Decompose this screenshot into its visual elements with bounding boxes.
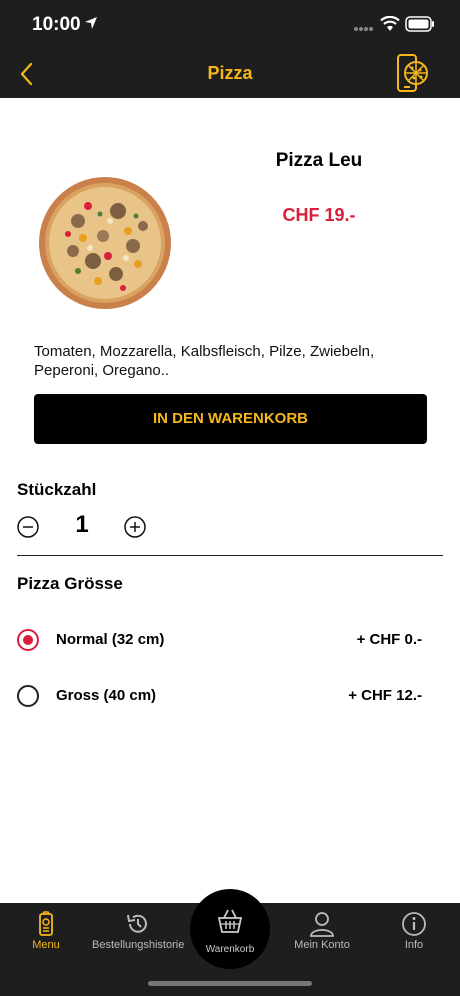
divider [17, 555, 443, 556]
product-description: Tomaten, Mozzarella, Kalbsfleisch, Pilze… [34, 343, 375, 379]
radio-button[interactable] [17, 685, 39, 707]
tab-info[interactable]: Info [368, 903, 460, 963]
basket-icon [217, 909, 243, 933]
size-option-label: Normal (32 cm) [56, 631, 165, 648]
quantity-heading: Stückzahl [17, 480, 97, 499]
tab-label: Bestellungshistorie [92, 939, 185, 951]
wifi-icon [380, 16, 400, 31]
home-indicator [148, 981, 312, 986]
page-title: Pizza [207, 63, 253, 83]
tab-label: Menu [32, 939, 60, 951]
size-option-label: Gross (40 cm) [56, 687, 157, 704]
minus-icon[interactable] [17, 516, 39, 538]
tab-label: Warenkorb [205, 944, 255, 955]
product-price: CHF 19.- [282, 205, 356, 225]
tab-menu[interactable]: Menu [0, 903, 92, 963]
tab-warenkorb[interactable]: Warenkorb [190, 889, 270, 969]
info-icon [402, 912, 426, 936]
history-icon [127, 914, 147, 933]
tab-bestellungshistorie[interactable]: Bestellungshistorie [92, 903, 184, 963]
add-to-cart-button[interactable]: IN DEN WARENKORB [34, 394, 427, 444]
size-heading: Pizza Grösse [17, 574, 123, 593]
quantity-value: 1 [75, 511, 89, 538]
pizza-image [39, 177, 171, 309]
battery-icon [405, 16, 434, 32]
size-option-price: + CHF 12.- [348, 687, 422, 704]
radio-button-selected[interactable] [17, 629, 39, 651]
tab-label: Mein Konto [294, 939, 350, 951]
size-option-price: + CHF 0.- [356, 631, 422, 648]
menu-icon [39, 911, 53, 936]
status-bar: 10:00 [0, 0, 460, 50]
product-name: Pizza Leu [275, 150, 363, 171]
size-option-gross[interactable]: Gross (40 cm) + CHF 12.- [0, 676, 460, 716]
size-option-normal[interactable]: Normal (32 cm) + CHF 0.- [0, 620, 460, 660]
status-time: 10:00 [32, 14, 81, 35]
plus-icon[interactable] [124, 516, 146, 538]
nav-bar: Pizza [0, 50, 460, 98]
phone-pizza-icon[interactable] [396, 53, 430, 95]
signal-icon [354, 27, 373, 31]
user-icon [310, 912, 334, 937]
tab-mein-konto[interactable]: Mein Konto [276, 903, 368, 963]
location-arrow-icon [85, 17, 97, 29]
tab-label: Info [404, 939, 424, 951]
